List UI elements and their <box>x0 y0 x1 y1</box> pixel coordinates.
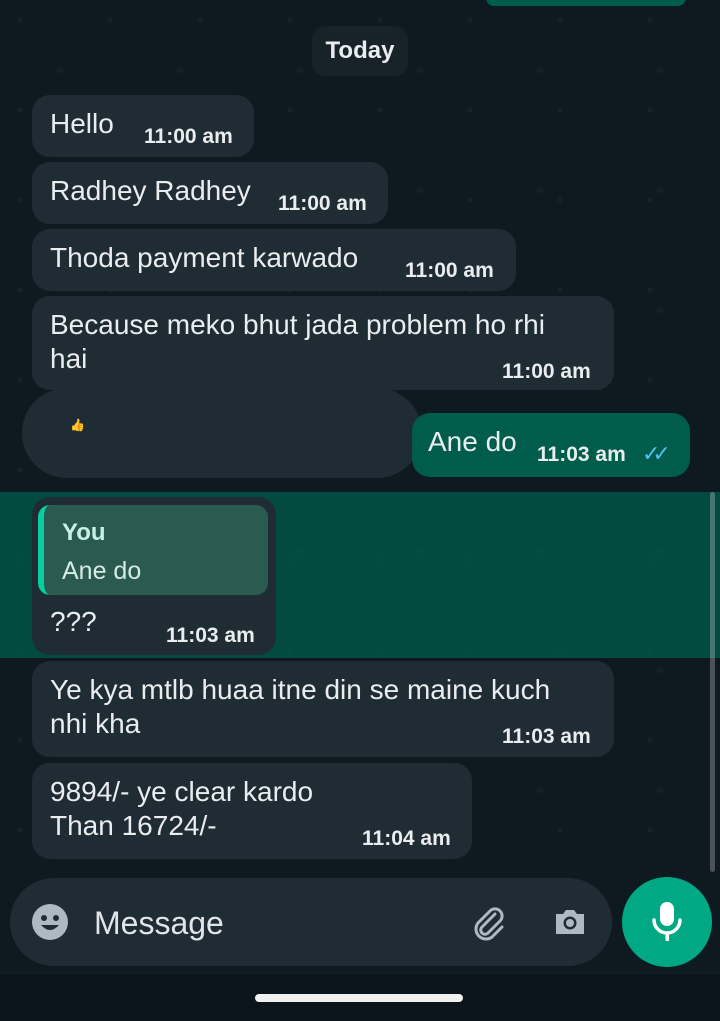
message-time: 11:00 am <box>144 125 233 148</box>
message-time: 11:03 am <box>166 624 255 647</box>
message-text: Because meko bhut jada problem ho rhi ha… <box>50 309 545 374</box>
sticker-bubble[interactable]: 👍 <box>22 388 422 478</box>
message-time: 11:00 am <box>405 259 494 282</box>
message-time: 11:04 am <box>362 827 451 850</box>
message-text: Ye kya mtlb huaa itne din se maine kuch … <box>50 674 551 739</box>
quoted-text: Ane do <box>62 557 142 585</box>
message-text: ??? <box>50 606 97 637</box>
incoming-message[interactable]: Ye kya mtlb huaa itne din se maine kuch … <box>32 661 614 757</box>
incoming-message[interactable]: 9894/- ye clear kardo Than 16724/- 11:04… <box>32 763 472 859</box>
attachment-icon[interactable] <box>466 900 510 944</box>
quoted-message[interactable]: You Ane do <box>38 505 268 595</box>
message-text: Hello <box>50 108 114 139</box>
message-time: 11:03 am <box>537 443 626 466</box>
incoming-message[interactable]: Radhey Radhey 11:00 am <box>32 162 388 224</box>
microphone-icon <box>652 902 682 941</box>
emoji-icon[interactable] <box>28 900 72 944</box>
camera-icon[interactable] <box>548 900 592 944</box>
system-navigation-bar <box>0 975 720 1021</box>
message-time: 11:03 am <box>502 725 591 748</box>
message-text: Thoda payment karwado <box>50 242 359 273</box>
message-text: 9894/- ye clear kardo Than 16724/- <box>50 776 314 841</box>
incoming-message[interactable]: Hello 11:00 am <box>32 95 254 157</box>
incoming-message[interactable]: Thoda payment karwado 11:00 am <box>32 229 516 291</box>
message-composer <box>10 878 612 966</box>
message-text: Radhey Radhey <box>50 175 251 206</box>
voice-record-button[interactable] <box>622 877 712 967</box>
scrollbar[interactable] <box>710 492 715 872</box>
quoted-author: You <box>62 519 106 546</box>
message-time: 11:00 am <box>502 360 591 383</box>
home-gesture-handle[interactable] <box>255 994 463 1002</box>
thumbs-up-icon: 👍 <box>70 418 85 432</box>
previous-outgoing-bubble-edge <box>486 0 686 6</box>
date-separator: Today <box>312 26 408 76</box>
message-text: Ane do <box>428 426 517 457</box>
outgoing-message[interactable]: Ane do 11:03 am ✓✓ <box>412 413 690 477</box>
message-time: 11:00 am <box>278 192 367 215</box>
message-input[interactable] <box>92 900 456 946</box>
chat-screen: Today Hello 11:00 am Radhey Radhey 11:00… <box>0 0 720 1021</box>
incoming-message[interactable]: Because meko bhut jada problem ho rhi ha… <box>32 296 614 390</box>
read-receipt-icon: ✓✓ <box>642 441 671 466</box>
